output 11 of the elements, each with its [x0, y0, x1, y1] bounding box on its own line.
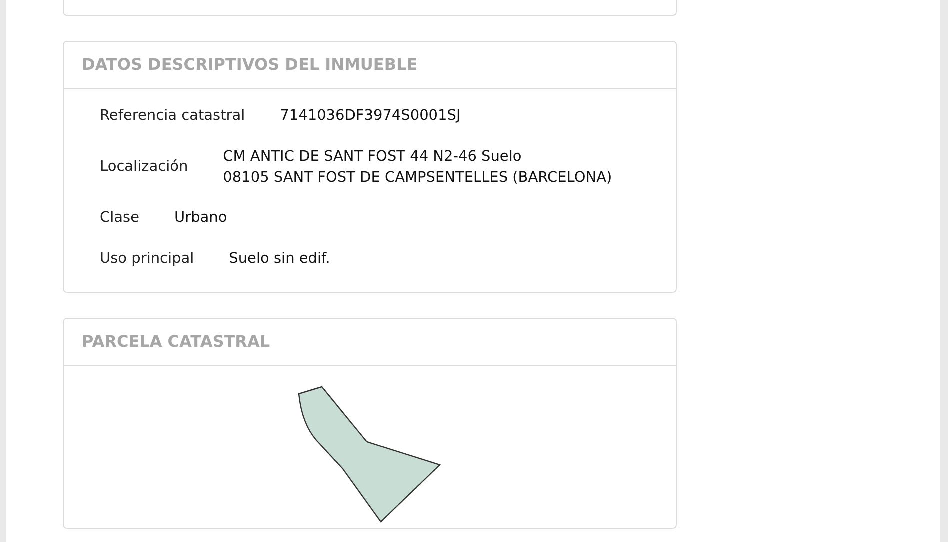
field-label: Referencia catastral: [100, 107, 246, 126]
field-value: CM ANTIC DE SANT FOST 44 N2-46 Suelo: [223, 148, 523, 167]
field-label: Localización: [100, 158, 188, 177]
field-value: Urbano: [174, 209, 228, 228]
field-value: 7141036DF3974S0001SJ: [280, 107, 461, 126]
section-title: DATOS DESCRIPTIVOS DEL INMUEBLE: [82, 54, 418, 76]
field-value: Suelo sin edif.: [229, 250, 330, 269]
field-label: Uso principal: [100, 250, 194, 268]
field-value: 08105 SANT FOST DE CAMPSENTELLES (BARCELONA): [223, 168, 612, 188]
field-label: Clase: [100, 208, 140, 228]
section-title: PARCELA CATASTRAL: [82, 331, 270, 354]
